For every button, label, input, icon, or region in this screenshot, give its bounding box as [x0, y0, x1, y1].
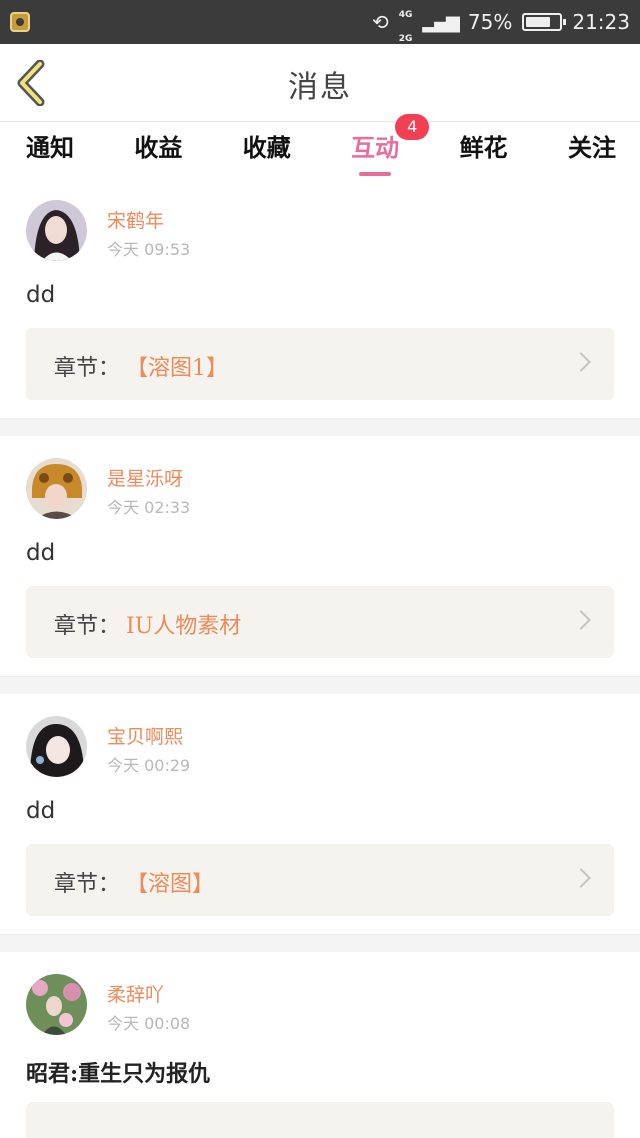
timestamp: 今天 09:53: [107, 240, 191, 259]
chapter-title: IU人物素材: [126, 614, 242, 639]
chapter-link[interactable]: [26, 1102, 614, 1138]
avatar-image: [26, 200, 87, 261]
chapter-link[interactable]: 章节： IU人物素材: [26, 586, 614, 658]
avatar[interactable]: [26, 716, 87, 777]
divider: [0, 418, 640, 436]
message-list: 宋鹤年 今天 09:53 dd 章节： 【溶图1】 是星泺呀 今天 02:33 …: [0, 178, 640, 1138]
chapter-label: 章节：: [54, 356, 121, 381]
username[interactable]: 是星泺呀: [107, 464, 183, 491]
message-text: dd: [26, 540, 56, 566]
avatar-image: [26, 458, 87, 519]
status-indicators: ⟲ 4G 2G ▂▄▆ 75% 21:23: [372, 0, 630, 44]
username[interactable]: 宋鹤年: [107, 206, 164, 233]
username[interactable]: 柔辞吖: [107, 980, 164, 1007]
chapter-label: 章节：: [54, 872, 121, 897]
tab-bar: 通知 收益 收藏 互动 4 鲜花 关注: [0, 114, 640, 178]
app-notification-icon: [10, 12, 30, 32]
unread-badge: 4: [395, 114, 430, 140]
avatar[interactable]: [26, 974, 87, 1035]
battery-fill: [526, 17, 551, 27]
clock: 21:23: [572, 10, 630, 34]
timestamp: 今天 00:29: [107, 756, 191, 775]
list-item[interactable]: 宝贝啊熙 今天 00:29 dd 章节： 【溶图】: [0, 694, 640, 934]
chevron-right-icon: [571, 352, 591, 372]
tab-interactions[interactable]: 互动 4: [351, 114, 430, 178]
chevron-right-icon: [571, 868, 591, 888]
tab-following[interactable]: 关注: [568, 122, 616, 178]
avatar[interactable]: [26, 200, 87, 261]
divider: [0, 934, 640, 952]
tab-flowers[interactable]: 鲜花: [460, 122, 508, 178]
rotate-lock-icon: ⟲: [371, 10, 389, 34]
page-title: 消息: [288, 70, 352, 105]
avatar-image: [26, 974, 87, 1035]
chapter-title: 【溶图1】: [126, 356, 228, 381]
chapter-link[interactable]: 章节： 【溶图】: [26, 844, 614, 916]
message-text: dd: [26, 282, 56, 308]
message-text: dd: [26, 798, 56, 824]
chapter-link[interactable]: 章节： 【溶图1】: [26, 328, 614, 400]
network-type: 4G 2G: [398, 10, 413, 44]
app-header: 消息: [0, 44, 640, 122]
signal-icon: ▂▄▆: [422, 11, 460, 33]
battery-percent: 75%: [467, 10, 513, 34]
timestamp: 今天 00:08: [107, 1014, 191, 1033]
tab-notifications[interactable]: 通知: [26, 122, 74, 178]
list-item[interactable]: 柔辞吖 今天 00:08 昭君:重生只为报仇: [0, 952, 640, 1138]
list-item[interactable]: 是星泺呀 今天 02:33 dd 章节： IU人物素材: [0, 436, 640, 676]
status-bar: ⟲ 4G 2G ▂▄▆ 75% 21:23: [0, 0, 640, 44]
avatar[interactable]: [26, 458, 87, 519]
tab-favorites[interactable]: 收藏: [243, 122, 291, 178]
chapter-label: 章节：: [54, 614, 121, 639]
tab-earnings[interactable]: 收益: [134, 122, 182, 178]
username[interactable]: 宝贝啊熙: [107, 722, 183, 749]
active-tab-indicator: [359, 172, 392, 176]
timestamp: 今天 02:33: [107, 498, 191, 517]
chevron-right-icon: [571, 610, 591, 630]
message-text: 昭君:重生只为报仇: [26, 1061, 211, 1087]
avatar-image: [26, 716, 87, 777]
list-item[interactable]: 宋鹤年 今天 09:53 dd 章节： 【溶图1】: [0, 178, 640, 418]
battery-icon: [522, 13, 567, 31]
chapter-title: 【溶图】: [126, 872, 215, 897]
divider: [0, 676, 640, 694]
